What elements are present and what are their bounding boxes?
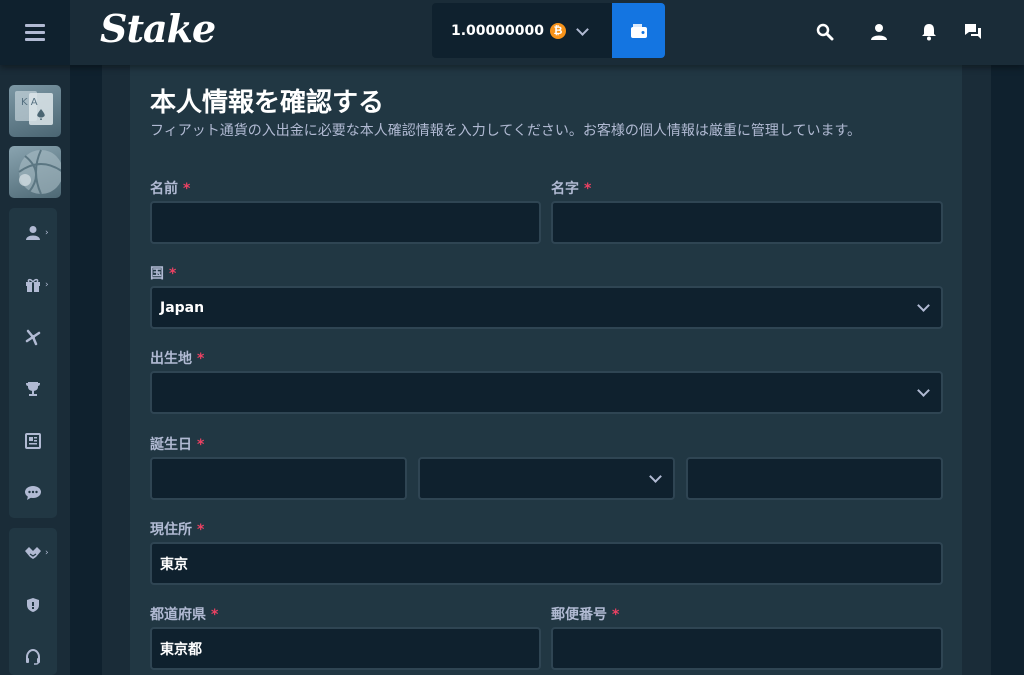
required-mark: * — [197, 522, 205, 538]
gift-icon — [26, 278, 40, 292]
required-mark: * — [211, 607, 219, 623]
casino-card-text: K A — [21, 97, 38, 108]
balance-amount: 1.00000000 — [451, 22, 544, 39]
last-name-field[interactable] — [551, 201, 943, 244]
sidebar-item-affiliate[interactable] — [9, 322, 57, 352]
content-gutter-left — [102, 65, 130, 675]
required-mark: * — [197, 351, 205, 367]
country-label: 国 * — [150, 266, 177, 282]
required-mark: * — [183, 181, 191, 197]
sidebar-item-promotions[interactable]: › — [9, 270, 57, 300]
content-gutter-right — [962, 65, 991, 675]
search-button[interactable] — [813, 20, 837, 44]
birthday-month-select[interactable] — [418, 457, 675, 500]
birthday-day-field[interactable] — [150, 457, 407, 500]
first-name-label: 名前 * — [150, 181, 191, 197]
birthday-year-field[interactable] — [686, 457, 943, 500]
chevron-down-icon — [917, 299, 930, 312]
required-mark: * — [612, 607, 620, 623]
prefecture-field[interactable]: 東京都 — [150, 627, 541, 670]
sidebar-item-vip-club[interactable] — [9, 374, 57, 404]
sidebar-item-forum[interactable] — [9, 478, 57, 508]
basketball-icon — [18, 149, 61, 195]
user-icon — [871, 24, 887, 40]
user-icon — [26, 226, 40, 240]
required-mark: * — [197, 437, 205, 453]
chevron-down-icon — [649, 470, 662, 483]
trophy-icon — [26, 382, 40, 396]
last-name-label: 名字 * — [551, 181, 592, 197]
chat-icon — [965, 24, 981, 39]
playing-cards-icon: K A — [15, 91, 53, 125]
balance-selector[interactable]: 1.00000000 ₿ — [432, 3, 612, 58]
bell-icon — [922, 24, 936, 41]
required-mark: * — [584, 181, 592, 197]
wallet-icon — [630, 23, 647, 38]
casino-thumbnail[interactable]: K A — [9, 85, 61, 137]
sidebar-item-sponsorships[interactable]: › — [9, 538, 57, 568]
sidebar-item-profile[interactable]: › — [9, 218, 57, 248]
stake-logo[interactable]: Stake — [100, 6, 216, 51]
bitcoin-icon: ₿ — [550, 22, 566, 39]
country-select[interactable]: Japan — [150, 286, 943, 329]
blog-icon — [25, 433, 41, 449]
chat-button[interactable] — [961, 20, 985, 44]
birthplace-select[interactable] — [150, 371, 943, 414]
postal-code-label: 郵便番号 * — [551, 607, 620, 623]
notifications-button[interactable] — [917, 20, 941, 44]
postal-code-field[interactable] — [551, 627, 943, 670]
sidebar-menu-group: › › — [9, 208, 57, 518]
wallet-button[interactable] — [612, 3, 665, 58]
sponsorship-icon — [25, 547, 41, 559]
chevron-down-icon — [917, 384, 930, 397]
menu-button[interactable] — [0, 0, 70, 65]
sidebar-item-blog[interactable] — [9, 426, 57, 456]
birthday-label: 誕生日 * — [150, 437, 205, 453]
shield-icon — [27, 598, 39, 612]
sidebar-support-group: › — [9, 528, 57, 675]
chevron-down-icon — [576, 23, 589, 36]
affiliate-icon — [25, 329, 41, 346]
required-mark: * — [169, 266, 177, 282]
country-value: Japan — [160, 299, 205, 316]
address-label: 現住所 * — [150, 522, 205, 538]
page-title: 本人情報を確認する — [150, 88, 385, 118]
page-description: フィアット通貨の入出金に必要な本人確認情報を入力してください。お客様の個人情報は… — [150, 123, 862, 139]
search-icon — [816, 23, 834, 41]
birthplace-label: 出生地 * — [150, 351, 205, 367]
profile-button[interactable] — [867, 20, 891, 44]
headset-icon — [26, 649, 40, 665]
menu-icon — [25, 22, 45, 43]
prefecture-label: 都道府県 * — [150, 607, 219, 623]
forum-icon — [25, 486, 41, 500]
sidebar-item-responsible-gambling[interactable] — [9, 590, 57, 620]
chevron-right-icon: › — [45, 228, 49, 238]
address-field[interactable]: 東京 — [150, 542, 943, 585]
sidebar-item-live-support[interactable] — [9, 642, 57, 672]
first-name-field[interactable] — [150, 201, 541, 244]
chevron-right-icon: › — [45, 548, 49, 558]
top-bar: Stake 1.00000000 ₿ — [0, 0, 1024, 65]
chevron-right-icon: › — [45, 280, 49, 290]
sports-thumbnail[interactable] — [9, 146, 61, 198]
